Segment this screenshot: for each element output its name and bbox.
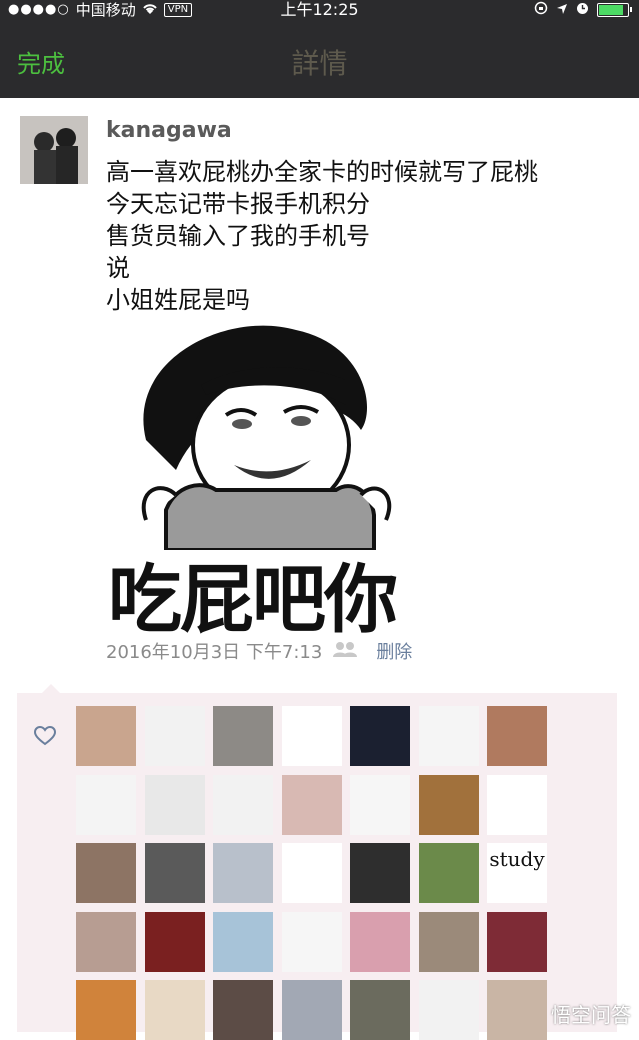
liker-avatar[interactable] [281, 706, 342, 766]
liker-avatar[interactable] [281, 980, 342, 1040]
orientation-lock-icon [534, 0, 548, 20]
liker-avatar[interactable] [144, 843, 205, 903]
post-line: 说 [106, 254, 130, 282]
liker-avatar[interactable] [418, 911, 479, 972]
liker-avatar[interactable] [213, 774, 273, 835]
delete-link[interactable]: 删除 [376, 638, 412, 664]
post-line: 售货员输入了我的手机号 [106, 222, 370, 250]
liker-avatar[interactable] [487, 911, 547, 972]
liker-avatar[interactable] [350, 706, 410, 766]
page-title: 詳情 [291, 47, 348, 80]
liker-avatar[interactable] [76, 774, 136, 835]
avatar[interactable] [20, 116, 88, 184]
liker-avatar[interactable] [350, 980, 410, 1040]
liker-avatar[interactable] [76, 980, 136, 1040]
post-text: 高一喜欢屁桃办全家卡的时候就写了屁桃 今天忘记带卡报手机积分 售货员输入了我的手… [106, 156, 538, 316]
post-line: 今天忘记带卡报手机积分 [106, 190, 370, 218]
meme-caption: 吃屁吧你 [108, 557, 398, 643]
privacy-icon [332, 641, 358, 662]
location-icon [556, 0, 568, 20]
liker-avatar[interactable] [76, 911, 136, 972]
liker-avatar[interactable] [487, 706, 547, 766]
liker-avatar[interactable] [281, 774, 342, 835]
post-line: 高一喜欢屁桃办全家卡的时候就写了屁桃 [106, 158, 538, 186]
liker-avatar[interactable] [418, 774, 479, 835]
watermark: 悟空问答 [551, 1003, 631, 1027]
liker-avatar[interactable] [213, 706, 273, 766]
liker-avatar-text: study [489, 847, 545, 871]
liker-avatar[interactable] [144, 774, 205, 835]
battery-icon [597, 3, 632, 17]
liker-avatar[interactable] [76, 706, 136, 766]
post-username[interactable]: kanagawa [106, 118, 232, 143]
liker-avatar[interactable] [281, 843, 342, 903]
liker-avatar[interactable] [144, 911, 205, 972]
status-bar: ●●●●○ 中国移动 VPN 上午12:25 [0, 0, 639, 20]
liker-avatar[interactable] [281, 911, 342, 972]
liker-avatar[interactable] [487, 980, 547, 1040]
alarm-icon [576, 0, 589, 20]
post-line: 小姐姓屁是吗 [106, 286, 250, 314]
liker-avatar[interactable] [418, 706, 479, 766]
liker-avatar[interactable]: study [487, 843, 547, 903]
liker-avatar[interactable] [350, 911, 410, 972]
heart-icon [33, 725, 57, 750]
liker-avatar[interactable] [418, 843, 479, 903]
liker-avatar[interactable] [144, 980, 205, 1040]
liker-avatar[interactable] [350, 843, 410, 903]
liker-avatar[interactable] [213, 843, 273, 903]
liker-avatar[interactable] [76, 843, 136, 903]
post-meta: 2016年10月3日 下午7:13 删除 [106, 638, 412, 664]
liker-avatar[interactable] [213, 911, 273, 972]
post-timestamp: 2016年10月3日 下午7:13 [106, 642, 323, 663]
liker-avatar[interactable] [350, 774, 410, 835]
likes-pointer [42, 684, 60, 693]
liker-avatar[interactable] [213, 980, 273, 1040]
liker-avatar[interactable] [144, 706, 205, 766]
nav-bar: 完成 詳情 [0, 20, 639, 98]
liker-avatar[interactable] [418, 980, 479, 1040]
liker-avatar[interactable] [487, 774, 547, 835]
